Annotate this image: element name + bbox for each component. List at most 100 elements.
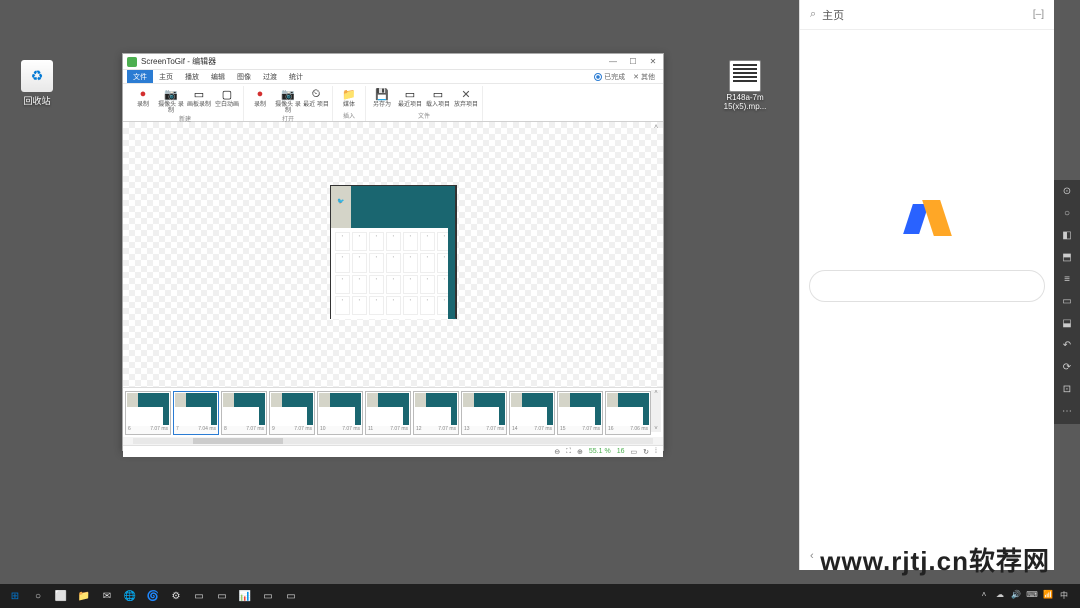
webcam2-button[interactable]: 📷摄像头 录制	[275, 86, 301, 114]
frame-thumb	[415, 393, 457, 425]
tray-icon[interactable]: ˄	[978, 590, 990, 602]
tab-image[interactable]: 图像	[231, 70, 257, 83]
collapse-button[interactable]: [‒]	[1033, 9, 1044, 20]
resize-grip[interactable]: ⁞	[655, 448, 657, 455]
vtool-item[interactable]: ▭	[1059, 294, 1075, 310]
record2-button[interactable]: ●录制	[247, 86, 273, 114]
vtool-item[interactable]: ○	[1059, 206, 1075, 222]
webcam-button[interactable]: 📷摄像头 录制	[158, 86, 184, 114]
side-search-input[interactable]	[809, 270, 1045, 302]
minimize-button[interactable]: —	[607, 56, 619, 68]
timeline-frame[interactable]: 87.07 ms	[221, 391, 267, 435]
zoom-fit[interactable]: ⛶	[566, 448, 571, 456]
record-button[interactable]: ●录制	[130, 86, 156, 114]
saveas-button[interactable]: 💾另存为	[369, 86, 395, 108]
taskbar-item[interactable]: ▭	[211, 586, 233, 606]
back-icon[interactable]: ‹	[810, 550, 814, 562]
tray-icon[interactable]: 中	[1058, 590, 1070, 602]
loop-icon[interactable]: ↻	[643, 448, 649, 456]
vtool-item[interactable]: ⬒	[1059, 250, 1075, 266]
timeline-frame[interactable]: 157.07 ms	[557, 391, 603, 435]
taskbar-item[interactable]: 📁	[73, 586, 95, 606]
timeline-frame[interactable]: 77.04 ms	[173, 391, 219, 435]
frame-thumb	[223, 393, 265, 425]
tray-icon[interactable]: ⌨	[1026, 590, 1038, 602]
close-button[interactable]: ✕	[647, 56, 659, 68]
taskbar-item[interactable]: ✉	[96, 586, 118, 606]
frame-preview: 🐦 ▫▫▫▫▫▫▫ ▫▫▫▫▫▫▫ ▫▫▫▫▫▫▫ ▫▫▫▫▫▫▫	[330, 185, 457, 319]
taskbar-item[interactable]: 🌀	[142, 586, 164, 606]
timeline-frame[interactable]: 107.07 ms	[317, 391, 363, 435]
vtool-item[interactable]: ◧	[1059, 228, 1075, 244]
vtool-item[interactable]: ↶	[1059, 338, 1075, 354]
recent-button[interactable]: ⏲最近 项目	[303, 86, 329, 114]
taskbar: ⊞○⬜📁✉🌐🌀⚙▭▭📊▭▭ ˄☁🔊⌨📶中	[0, 584, 1080, 608]
discard-button[interactable]: ✕放弃项目	[453, 86, 479, 108]
vtool-item[interactable]: ⟳	[1059, 360, 1075, 376]
frame-thumb	[511, 393, 553, 425]
watermark: www.rjtj.cn软荐网	[820, 541, 1050, 578]
tab-file[interactable]: 文件	[127, 70, 153, 83]
taskbar-item[interactable]: ▭	[280, 586, 302, 606]
recycle-label: 回收站	[12, 94, 62, 107]
timeline-frame[interactable]: 127.07 ms	[413, 391, 459, 435]
timeline[interactable]: 67.07 ms77.04 ms87.07 ms97.07 ms107.07 m…	[123, 387, 663, 437]
taskbar-item[interactable]: ▭	[188, 586, 210, 606]
start-button[interactable]: ⊞	[4, 586, 26, 606]
vtool-item[interactable]: ≡	[1059, 272, 1075, 288]
timeline-scroll[interactable]: ˄˅	[651, 390, 661, 432]
tab-home[interactable]: 主页	[153, 70, 179, 83]
recycle-bin[interactable]: 回收站	[12, 60, 62, 107]
timeline-frame[interactable]: 97.07 ms	[269, 391, 315, 435]
taskbar-item[interactable]: ○	[27, 586, 49, 606]
vtool-item[interactable]: ⊙	[1059, 184, 1075, 200]
recent-proj-button[interactable]: ▭最近项目	[397, 86, 423, 108]
timeline-frame[interactable]: 137.07 ms	[461, 391, 507, 435]
vtool-item[interactable]: ⊡	[1059, 382, 1075, 398]
tab-other[interactable]: ✕ 其他	[629, 72, 659, 82]
vtool-item[interactable]: ⋯	[1059, 404, 1075, 420]
tab-stats[interactable]: 统计	[283, 70, 309, 83]
tab-transition[interactable]: 过渡	[257, 70, 283, 83]
tray-icon[interactable]: 🔊	[1010, 590, 1022, 602]
timeline-frame[interactable]: 67.07 ms	[125, 391, 171, 435]
statusbar: ⊖ ⛶ ⊕ 55.1 % 16 ▭ ↻ ⁞	[123, 445, 663, 457]
taskbar-item[interactable]: ⬜	[50, 586, 72, 606]
preview-desktop: 🐦	[331, 186, 456, 228]
zoom-in[interactable]: ⊕	[577, 448, 583, 456]
maximize-button[interactable]: ☐	[627, 56, 639, 68]
board-button[interactable]: ▭画板录制	[186, 86, 212, 114]
canvas[interactable]: ˄ 🐦 ▫▫▫▫▫▫▫ ▫▫▫▫▫▫▫ ▫▫▫▫▫▫▫ ▫▫▫▫▫▫▫	[123, 122, 663, 387]
side-title: 主页	[822, 7, 1033, 23]
tray-icon[interactable]: 📶	[1042, 590, 1054, 602]
load-proj-button[interactable]: ▭载入项目	[425, 86, 451, 108]
taskbar-item[interactable]: ▭	[257, 586, 279, 606]
search-icon[interactable]: ⌕	[810, 8, 816, 21]
timeline-frame[interactable]: 167.06 ms	[605, 391, 651, 435]
scroll-up-icon[interactable]: ˄	[651, 124, 661, 134]
tab-edit[interactable]: 编辑	[205, 70, 231, 83]
titlebar[interactable]: ScreenToGif - 编辑器 — ☐ ✕	[123, 54, 663, 70]
frame-thumb	[175, 393, 217, 425]
tray-icon[interactable]: ☁	[994, 590, 1006, 602]
taskbar-item[interactable]: 🌐	[119, 586, 141, 606]
vtool-item[interactable]: ⬓	[1059, 316, 1075, 332]
blank-button[interactable]: ▢空白动画	[214, 86, 240, 114]
scroll-thumb[interactable]	[193, 438, 283, 444]
timeline-frame[interactable]: 147.07 ms	[509, 391, 555, 435]
tab-done[interactable]: 已完成	[590, 72, 629, 82]
desktop-file[interactable]: R148a-7m 15(x5).mp...	[720, 60, 770, 112]
h-scrollbar[interactable]	[123, 437, 663, 445]
ribbon: ●录制 📷摄像头 录制 ▭画板录制 ▢空白动画 新建 ●录制 📷摄像头 录制 ⏲…	[123, 84, 663, 122]
taskbar-item[interactable]: 📊	[234, 586, 256, 606]
taskbar-item[interactable]: ⚙	[165, 586, 187, 606]
system-tray[interactable]: ˄ ☁ 🔊 ⌨ 📶 中	[978, 590, 1076, 602]
frame-thumb	[559, 393, 601, 425]
frames-icon[interactable]: ▭	[631, 448, 638, 456]
frame-thumb	[271, 393, 313, 425]
media-button[interactable]: 📁媒体	[336, 86, 362, 108]
frame-thumb	[463, 393, 505, 425]
timeline-frame[interactable]: 117.07 ms	[365, 391, 411, 435]
zoom-out[interactable]: ⊖	[554, 448, 560, 456]
tab-play[interactable]: 播放	[179, 70, 205, 83]
